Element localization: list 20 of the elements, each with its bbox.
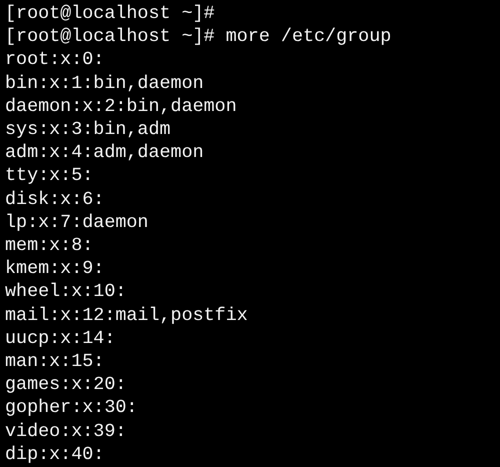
terminal-line: lp:x:7:daemon: [5, 210, 148, 234]
terminal-line: [root@localhost ~]#: [5, 2, 215, 26]
terminal-line: disk:x:6:: [5, 188, 104, 211]
terminal-line: adm:x:4:adm,daemon: [5, 141, 204, 164]
terminal-line: mem:x:8:: [5, 234, 94, 258]
terminal-line: daemon:x:2:bin,daemon: [5, 94, 237, 118]
terminal-line: video:x:39:: [5, 420, 126, 443]
terminal-line: tty:x:5:: [5, 164, 94, 188]
terminal-line: mail:x:12:mail,postfix: [5, 304, 248, 327]
terminal-line: uucp:x:14:: [5, 326, 116, 350]
terminal-line: root:x:0:: [5, 48, 104, 72]
terminal-line: games:x:20:: [5, 373, 126, 396]
terminal-line: kmem:x:9:: [5, 257, 104, 280]
terminal-line: [root@localhost ~]# more /etc/group: [5, 25, 392, 48]
terminal-line: wheel:x:10:: [5, 280, 126, 304]
terminal-line: man:x:15:: [5, 350, 104, 374]
terminal-line: gopher:x:30:: [5, 396, 138, 420]
terminal-line: sys:x:3:bin,adm: [5, 118, 171, 142]
terminal-line: bin:x:1:bin,daemon: [5, 72, 204, 95]
terminal-line: dip:x:40:: [5, 442, 104, 466]
